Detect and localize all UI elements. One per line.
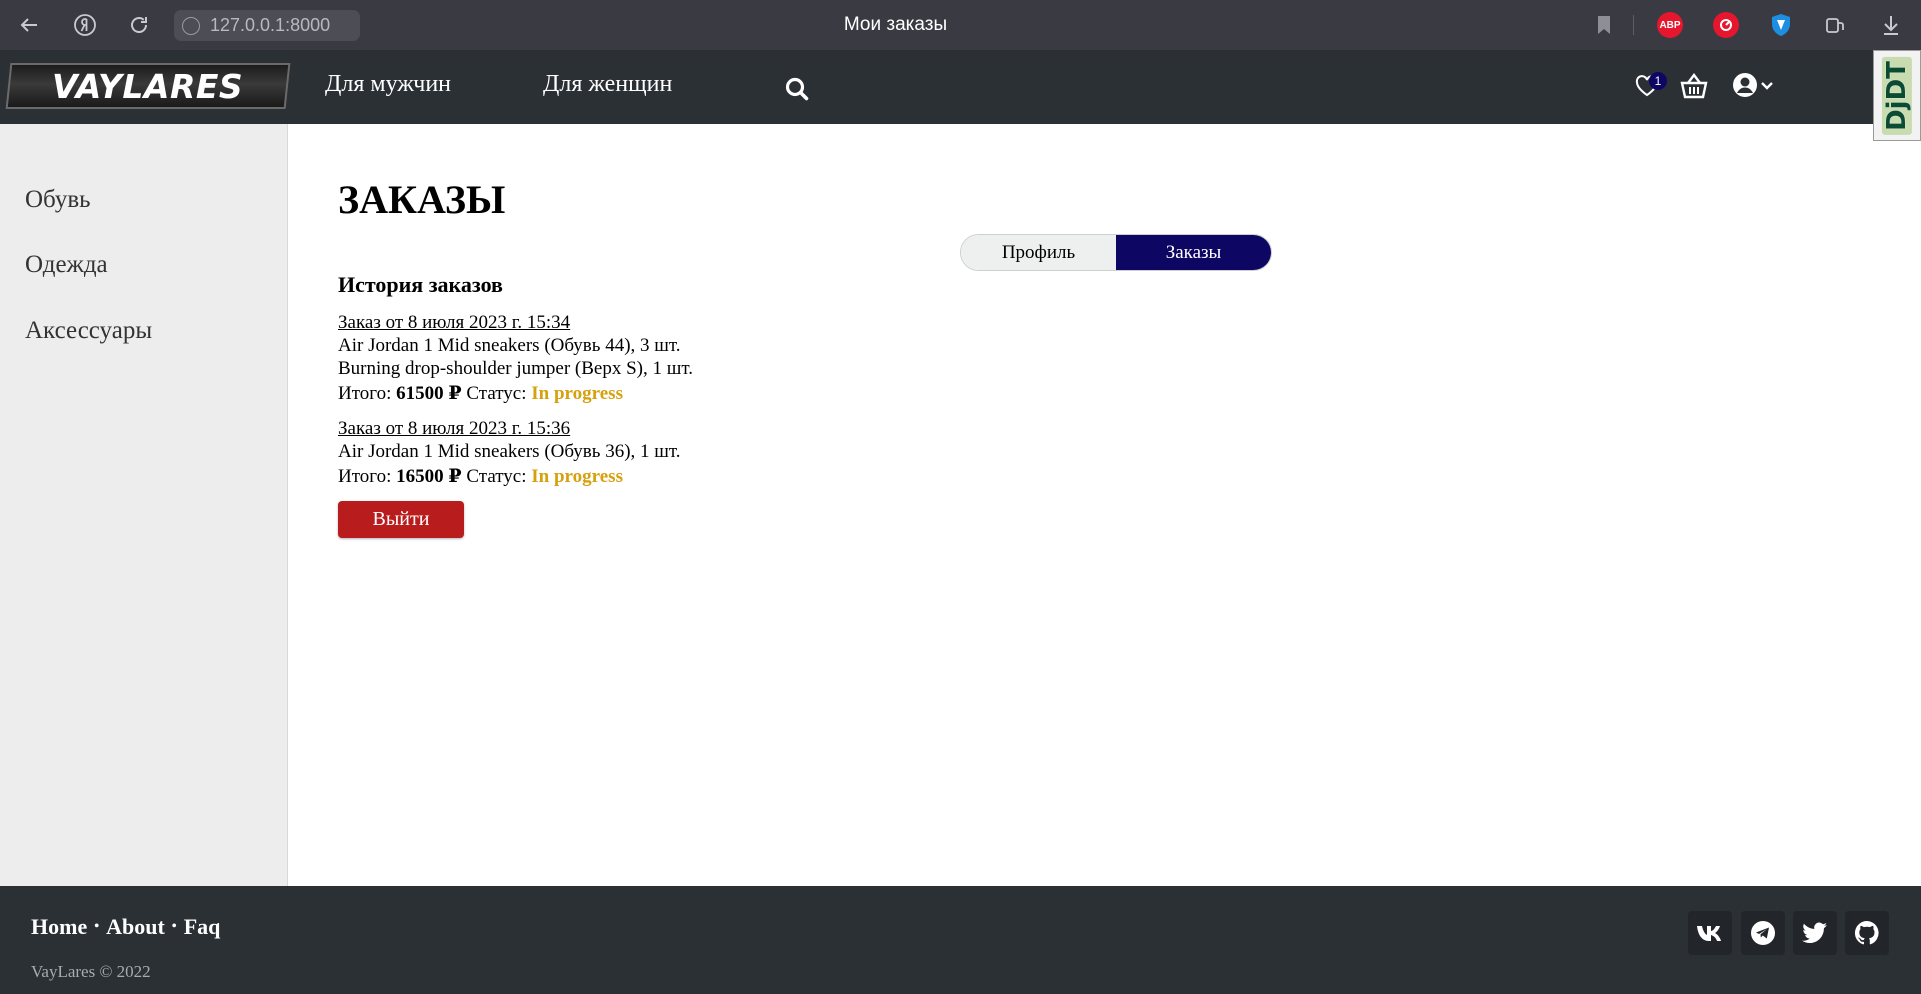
total-label: Итого: [338,466,392,487]
basket-icon[interactable] [1679,72,1709,105]
order-link[interactable]: Заказ от 8 июля 2023 г. 15:36 [338,417,681,440]
logout-button[interactable]: Выйти [338,501,464,538]
download-icon[interactable] [1876,10,1906,40]
status-value: In progress [531,383,623,404]
github-icon[interactable] [1845,911,1889,955]
twitter-icon[interactable] [1793,911,1837,955]
page-title: ЗАКАЗЫ [338,177,506,222]
status-value: In progress [531,466,623,487]
order-item: Air Jordan 1 Mid sneakers (Обувь 44), 3 … [338,335,681,356]
order-history-title: История заказов [338,272,503,297]
toolbar-separator [1633,15,1634,35]
nav-women[interactable]: Для женщин [543,71,672,98]
readlater-icon[interactable] [1713,12,1739,38]
logo-text: VAYLARES [52,66,244,106]
debug-toolbar-label: DjDT [1882,56,1912,135]
user-circle-icon [1733,73,1773,97]
footer-nav: Home • About • Faq [31,914,220,940]
account-tabs: Профиль Заказы [960,234,1272,271]
footer-link-faq[interactable]: Faq [184,914,221,940]
footer-separator: • [94,919,100,934]
footer-link-about[interactable]: About [106,914,165,940]
copyright: VayLares © 2022 [31,962,151,981]
tab-orders[interactable]: Заказы [1116,235,1271,270]
sidebar-panel-icon[interactable] [1820,10,1850,40]
status-label: Статус: [466,466,527,487]
sidebar-item-shoes[interactable]: Обувь [25,186,91,214]
order-item: Air Jordan 1 Mid sneakers (Обувь 36), 1 … [338,441,681,462]
telegram-icon[interactable] [1741,911,1785,955]
favorites-badge: 1 [1649,72,1667,90]
footer-link-home[interactable]: Home [31,914,87,940]
adblock-icon[interactable]: ABP [1657,12,1683,38]
site-logo[interactable]: VAYLARES [5,63,291,109]
browser-toolbar: 127.0.0.1:8000 Мои заказы ABP [0,0,1921,50]
bookmark-icon[interactable] [1589,10,1619,40]
tab-profile[interactable]: Профиль [961,235,1116,270]
order-item: Burning drop-shoulder jumper (Верх S), 1… [338,358,694,379]
order-card: Заказ от 8 июля 2023 г. 15:34 Air Jordan… [338,311,693,405]
sidebar-item-clothing[interactable]: Одежда [25,251,108,279]
status-label: Статус: [466,383,527,404]
nav-men[interactable]: Для мужчин [325,71,451,98]
footer-separator: • [171,919,177,934]
site-footer: Home • About • Faq VayLares © 2022 [0,886,1921,994]
shield-extension-icon[interactable] [1766,10,1796,40]
order-card: Заказ от 8 июля 2023 г. 15:36 Air Jordan… [338,417,681,488]
order-link[interactable]: Заказ от 8 июля 2023 г. 15:34 [338,311,693,334]
total-value: 61500 ₽ [396,383,462,404]
sidebar-item-accessories[interactable]: Аксессуары [25,317,152,345]
debug-toolbar-handle[interactable]: DjDT [1873,50,1921,141]
order-summary: Итого: 61500 ₽ Статус: In progress [338,382,693,405]
tab-title: Мои заказы [843,14,948,35]
site-header: VAYLARES Для мужчин Для женщин 1 [0,50,1921,124]
user-menu[interactable] [1732,71,1774,106]
total-label: Итого: [338,383,392,404]
search-icon[interactable] [784,76,810,102]
order-summary: Итого: 16500 ₽ Статус: In progress [338,465,681,488]
category-sidebar: Обувь Одежда Аксессуары [0,124,288,886]
vk-icon[interactable] [1688,911,1732,955]
total-value: 16500 ₽ [396,466,462,487]
